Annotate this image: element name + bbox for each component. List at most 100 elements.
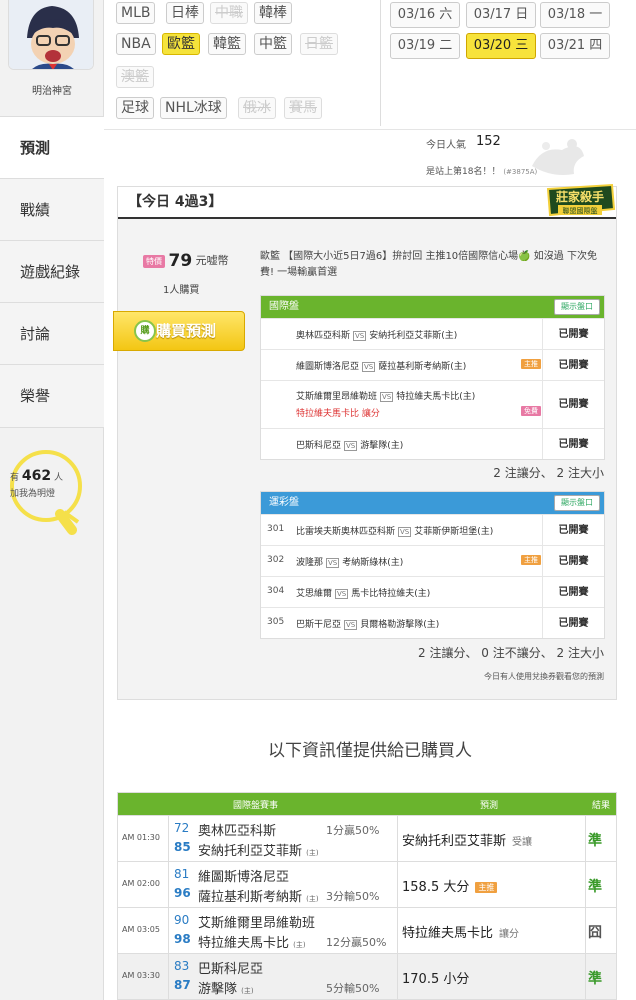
vs-icon: VS	[344, 441, 358, 451]
table-row: 305 巴斯干尼亞 VS 貝爾格勒游擊隊(主) 已開賽	[261, 607, 604, 638]
avatar[interactable]	[8, 0, 94, 70]
lottery-table-header: 運彩盤 顯示盤口	[261, 492, 604, 514]
nav-item-discussion[interactable]: 討論	[0, 302, 104, 364]
home-team: 安納托利亞艾菲斯(主)	[369, 331, 458, 341]
game-time: AM 03:30	[122, 971, 160, 980]
home-team: 艾菲斯伊斯坦堡(主)	[414, 527, 494, 537]
vs-icon: VS	[380, 392, 394, 402]
league-nhl[interactable]: NHL冰球	[160, 97, 227, 119]
clarity-count: 462	[21, 468, 52, 484]
result: 準	[588, 833, 602, 849]
intl-table-header: 國際盤 顯示盤口	[261, 296, 604, 318]
price: 特價 79 元嘘幣	[143, 251, 229, 271]
table-row: AM 01:30 72 奧林匹亞科斯 1分贏50% 85 安納托利亞艾菲斯 (主…	[118, 815, 616, 861]
table-row: 維圖斯博洛尼亞 VS 薩拉基利斯考納斯(主) 主推 已開賽	[261, 349, 604, 380]
pick-line: 特拉維夫馬卡比 讓分	[296, 409, 380, 419]
col-header-prediction: 預測	[480, 801, 499, 811]
away-team: 奧林匹亞科斯	[296, 331, 351, 341]
dealer-killer-badge-icon: 莊家殺手 聯盟國際盤	[546, 183, 616, 217]
prediction-card: 【今日 4過3】 莊家殺手 聯盟國際盤 特價 79 元嘘幣 1人購買 購 購買預…	[113, 183, 617, 700]
league-korea-basketball[interactable]: 韓籃	[208, 33, 246, 55]
game-status: 已開賽	[542, 546, 604, 576]
nav-item-record[interactable]: 戰績	[0, 178, 104, 240]
date-0319[interactable]: 03/19 二	[390, 33, 460, 59]
home-team: 馬卡比特拉維夫(主)	[351, 589, 431, 599]
purchased-info-title: 以下資訊僅提供給已購買人	[268, 741, 472, 761]
away-team: 比雷埃夫斯奧林匹亞科斯	[296, 527, 396, 537]
home-team-name: 薩拉基利斯考納斯	[198, 890, 303, 905]
buy-prediction-label: 購買預測	[156, 322, 217, 340]
host-marker: (主)	[306, 849, 319, 857]
clarity-line2: 加我為明燈	[10, 489, 56, 499]
home-team: 貝爾格勒游擊隊(主)	[360, 620, 440, 630]
prediction-sub: 受讓	[512, 837, 533, 848]
site-rank-text: 是站上第18名！！	[426, 167, 501, 177]
nav-item-game-log[interactable]: 遊戲紀錄	[0, 240, 104, 302]
nav-item-predict[interactable]: 預測	[0, 116, 105, 178]
vs-icon: VS	[353, 331, 367, 341]
badge-line2: 聯盟國際盤	[563, 206, 598, 215]
badge-line1: 莊家殺手	[555, 189, 604, 204]
away-team: 艾思維爾	[296, 589, 333, 599]
league-euro-basketball[interactable]: 歐籃	[162, 33, 200, 55]
popularity-value: 152	[476, 134, 501, 149]
team-number: 72	[174, 821, 190, 835]
away-team: 維圖斯博洛尼亞	[296, 362, 360, 372]
site-rank: 是站上第18名！！ (#3875A)	[426, 164, 537, 177]
game-status: 已開賽	[542, 381, 604, 428]
league-russia-hockey: 俄冰	[238, 97, 276, 119]
table-row: 艾斯維爾里昂維勒班 VS 特拉維夫馬卡比(主) 特拉維夫馬卡比 讓分 免費 已開賽	[261, 380, 604, 428]
date-0317[interactable]: 03/17 日	[466, 2, 536, 28]
league-kbo[interactable]: 韓棒	[254, 2, 292, 24]
home-team: 考納斯綠林(主)	[342, 558, 404, 568]
game-status: 已開賽	[542, 319, 604, 349]
date-0318[interactable]: 03/18 一	[540, 2, 610, 28]
prediction-value: 特拉維夫馬卡比	[402, 926, 494, 941]
team-number: 81	[174, 867, 190, 881]
home-team-name: 安納托利亞艾菲斯	[198, 844, 303, 859]
league-mlb[interactable]: MLB	[116, 2, 156, 24]
home-team: 安納托利亞艾菲斯 (主)	[198, 840, 319, 859]
vs-icon: VS	[326, 558, 340, 568]
clarity-counter[interactable]: 有 462 人 加我為明燈	[10, 468, 80, 502]
prediction-description: 歐籃 【國際大小近5日7過6】拚討回 主推10倍國際信心場🍏 如沒過 下次免費!…	[260, 251, 597, 278]
league-soccer[interactable]: 足球	[116, 97, 154, 119]
league-japan-basketball: 日籃	[300, 33, 338, 55]
nav-item-honor[interactable]: 榮譽	[0, 364, 104, 428]
date-0320[interactable]: 03/20 三	[466, 33, 536, 59]
sidebar: 明治神宮 預測 戰績 遊戲紀錄 討論 榮譽 有 462 人 加我為明燈	[0, 0, 105, 1000]
show-odds-button[interactable]: 顯示盤口	[554, 299, 600, 315]
home-team-name: 特拉維夫馬卡比	[198, 936, 290, 951]
date-0321[interactable]: 03/21 四	[540, 33, 610, 59]
game-status: 已開賽	[542, 350, 604, 380]
home-team-name: 游擊隊	[198, 982, 238, 997]
table-row: 奧林匹亞科斯 VS 安納托利亞艾菲斯(主) 已開賽	[261, 318, 604, 349]
filter-bar: MLB 日棒 中職 韓棒 NBA 歐籃 韓籃 中籃 日籃 澳籃 足球 NHL冰球…	[104, 0, 636, 130]
away-team: 波隆那	[296, 558, 324, 568]
game-number: 304	[267, 586, 285, 596]
buy-prediction-button[interactable]: 購 購買預測	[113, 311, 245, 351]
table-row: 302 波隆那 VS 考納斯綠林(主) 主推 已開賽	[261, 545, 604, 576]
col-header-result: 結果	[592, 801, 611, 811]
prediction-value: 安納托利亞艾菲斯	[402, 834, 507, 849]
game-time: AM 03:05	[122, 925, 160, 934]
league-npb[interactable]: 日棒	[166, 2, 204, 24]
game-time: AM 02:00	[122, 879, 160, 888]
league-china-basketball[interactable]: 中籃	[254, 33, 292, 55]
table-row: AM 02:00 81 維圖斯博洛尼亞 96 薩拉基利斯考納斯 (主) 3分輸5…	[118, 861, 616, 907]
prediction-value: 158.5 大分	[402, 880, 470, 895]
host-marker: (主)	[241, 987, 254, 995]
card-title: 【今日 4過3】	[118, 187, 616, 219]
date-0316[interactable]: 03/16 六	[390, 2, 460, 28]
lottery-table: 運彩盤 顯示盤口 301 比雷埃夫斯奧林匹亞科斯 VS 艾菲斯伊斯坦堡(主) 已開賽…	[260, 491, 605, 639]
show-odds-button[interactable]: 顯示盤口	[554, 495, 600, 511]
clarity-prefix: 有	[10, 473, 20, 483]
league-cpbl: 中職	[210, 2, 248, 24]
intl-header-label: 國際盤	[269, 301, 299, 312]
game-number: 302	[267, 555, 285, 565]
league-aus-basketball: 澳籃	[116, 66, 154, 88]
vs-icon: VS	[398, 527, 412, 537]
username[interactable]: 明治神宮	[0, 82, 104, 97]
prediction-sub: 讓分	[499, 929, 520, 940]
league-nba[interactable]: NBA	[116, 33, 156, 55]
